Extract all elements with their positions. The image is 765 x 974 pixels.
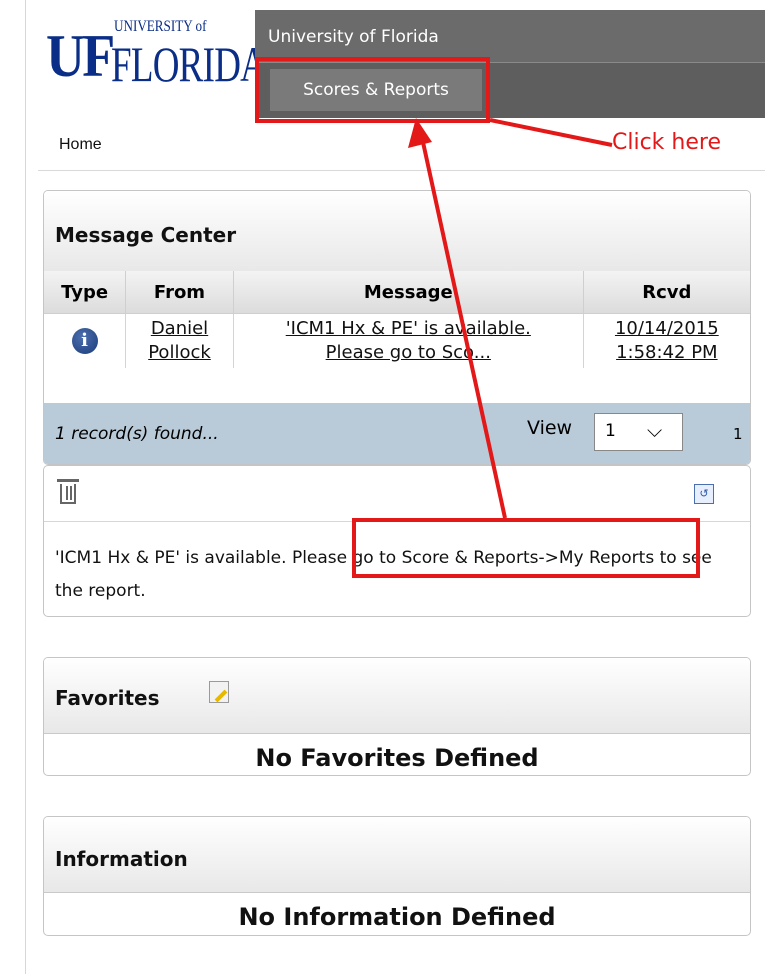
- arrow-line-up: [419, 132, 507, 519]
- arrow-line-click: [489, 118, 613, 147]
- click-here-label: Click here: [612, 130, 721, 155]
- arrow-head-up: [408, 118, 432, 148]
